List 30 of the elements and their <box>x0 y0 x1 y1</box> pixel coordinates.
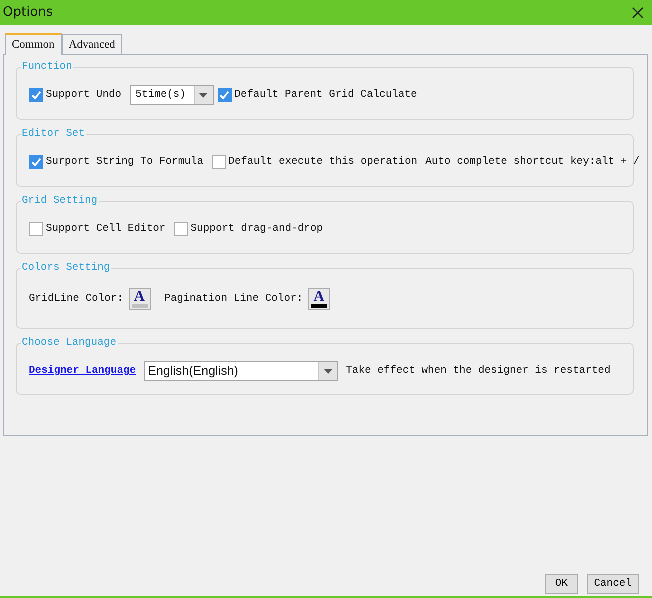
label: Pagination Line Color: <box>164 293 304 305</box>
tab[interactable]: Advanced <box>62 34 122 54</box>
dropdown[interactable]: English(English) <box>144 361 338 381</box>
checkbox[interactable] <box>218 88 232 102</box>
label: GridLine Color: <box>29 293 124 305</box>
link[interactable]: Designer Language <box>29 365 136 377</box>
checkbox[interactable] <box>29 88 43 102</box>
color-button[interactable]: A <box>128 288 151 310</box>
checkbox-label: Support Undo <box>46 89 122 101</box>
color-button[interactable]: A <box>308 288 330 310</box>
group-title: Colors Setting <box>21 262 112 274</box>
checkbox-label: Support drag-and-drop <box>190 223 324 235</box>
window-title: Options <box>3 5 54 20</box>
checkbox[interactable] <box>212 155 226 169</box>
ok-button[interactable]: OK <box>545 574 578 594</box>
checkbox-label: Default execute this operation <box>228 156 418 168</box>
checkbox-label: Surport String To Formula <box>46 156 204 168</box>
close-icon[interactable] <box>632 6 644 18</box>
group-title: Choose Language <box>21 337 118 349</box>
checkbox[interactable] <box>174 222 188 236</box>
checkbox[interactable] <box>29 222 43 236</box>
dropdown[interactable]: 5time(s) <box>130 85 214 105</box>
label: Take effect when the designer is restarted <box>346 365 611 377</box>
cancel-button[interactable]: Cancel <box>587 574 639 594</box>
checkbox[interactable] <box>29 155 43 169</box>
label: Auto complete shortcut key:alt + / <box>426 156 640 168</box>
checkbox-label: Support Cell Editor <box>46 223 166 235</box>
checkbox-label: Default Parent Grid Calculate <box>234 89 418 101</box>
group-title: Grid Setting <box>21 195 99 207</box>
tab[interactable]: Common <box>5 33 62 55</box>
